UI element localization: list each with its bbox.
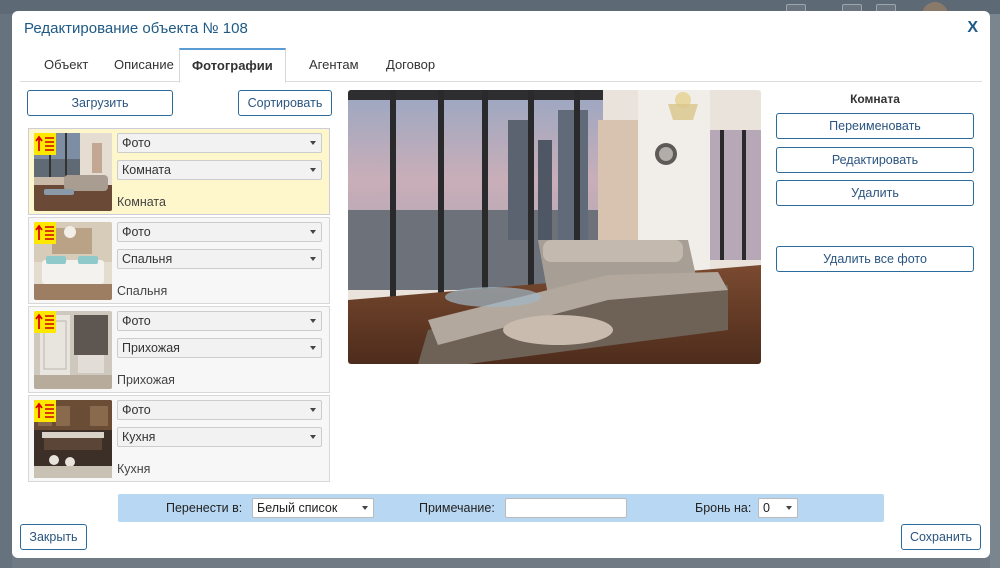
note-input[interactable] bbox=[505, 498, 627, 518]
photo-item[interactable]: Фото Комната Комната bbox=[28, 128, 330, 215]
photo-type-value: Фото bbox=[122, 225, 151, 239]
edit-object-dialog: Редактирование объекта № 108 X Объект Оп… bbox=[12, 11, 990, 558]
photo-caption: Комната bbox=[117, 195, 166, 209]
reserve-label: Бронь на: bbox=[695, 501, 752, 515]
room-select[interactable]: Кухня bbox=[117, 427, 322, 447]
chevron-down-icon bbox=[310, 319, 316, 323]
move-to-value: Белый список bbox=[257, 501, 338, 515]
background-right-panel bbox=[990, 14, 1000, 568]
chevron-down-icon bbox=[310, 141, 316, 145]
note-label: Примечание: bbox=[419, 501, 495, 515]
chevron-down-icon bbox=[310, 435, 316, 439]
sort-button[interactable]: Сортировать bbox=[238, 90, 332, 116]
tab-description[interactable]: Описание bbox=[102, 48, 186, 82]
close-icon[interactable]: X bbox=[967, 19, 978, 37]
edit-button[interactable]: Редактировать bbox=[776, 147, 974, 173]
photo-type-select[interactable]: Фото bbox=[117, 311, 322, 331]
reserve-select[interactable]: 0 bbox=[758, 498, 798, 518]
photo-item[interactable]: Фото Кухня Кухня bbox=[28, 395, 330, 482]
photo-type-select[interactable]: Фото bbox=[117, 400, 322, 420]
tab-agents[interactable]: Агентам bbox=[297, 48, 371, 82]
photo-caption: Кухня bbox=[117, 462, 151, 476]
chevron-down-icon bbox=[362, 506, 368, 510]
hallway-thumbnail[interactable] bbox=[34, 311, 112, 389]
room-select[interactable]: Спальня bbox=[117, 249, 322, 269]
living-room-thumbnail[interactable] bbox=[34, 133, 112, 211]
tab-bar: Объект Описание Фотографии Агентам Догов… bbox=[20, 48, 982, 83]
bedroom-thumbnail[interactable] bbox=[34, 222, 112, 300]
photo-item[interactable]: Фото Спальня Спальня bbox=[28, 217, 330, 304]
sort-order-icon[interactable] bbox=[34, 133, 56, 155]
bottom-options-bar: Перенести в: Белый список Примечание: Бр… bbox=[118, 494, 884, 522]
sort-order-icon[interactable] bbox=[34, 400, 56, 422]
chevron-down-icon bbox=[310, 230, 316, 234]
chevron-down-icon bbox=[310, 346, 316, 350]
tab-object[interactable]: Объект bbox=[32, 48, 100, 82]
photo-type-select[interactable]: Фото bbox=[117, 133, 322, 153]
chevron-down-icon bbox=[786, 506, 792, 510]
dialog-title: Редактирование объекта № 108 bbox=[24, 20, 248, 37]
room-value: Комната bbox=[122, 163, 171, 177]
delete-button[interactable]: Удалить bbox=[776, 180, 974, 206]
move-to-select[interactable]: Белый список bbox=[252, 498, 374, 518]
tab-contract[interactable]: Договор bbox=[374, 48, 447, 82]
photo-list: Фото Комната Комната Фото Спальня Спальн… bbox=[28, 124, 332, 482]
close-button[interactable]: Закрыть bbox=[20, 524, 87, 550]
room-value: Спальня bbox=[122, 252, 173, 266]
chevron-down-icon bbox=[310, 257, 316, 261]
chevron-down-icon bbox=[310, 408, 316, 412]
tab-photos[interactable]: Фотографии bbox=[179, 48, 286, 83]
photo-type-select[interactable]: Фото bbox=[117, 222, 322, 242]
room-value: Кухня bbox=[122, 430, 156, 444]
delete-all-photos-button[interactable]: Удалить все фото bbox=[776, 246, 974, 272]
move-to-label: Перенести в: bbox=[166, 501, 243, 515]
save-button[interactable]: Сохранить bbox=[901, 524, 981, 550]
room-select[interactable]: Комната bbox=[117, 160, 322, 180]
photo-item[interactable]: Фото Прихожая Прихожая bbox=[28, 306, 330, 393]
selected-photo-title: Комната bbox=[850, 92, 900, 106]
rename-button[interactable]: Переименовать bbox=[776, 113, 974, 139]
living-room-photo bbox=[348, 90, 761, 364]
upload-button[interactable]: Загрузить bbox=[27, 90, 173, 116]
room-value: Прихожая bbox=[122, 341, 180, 355]
reserve-value: 0 bbox=[763, 501, 770, 515]
photo-caption: Прихожая bbox=[117, 373, 175, 387]
sort-order-icon[interactable] bbox=[34, 311, 56, 333]
room-select[interactable]: Прихожая bbox=[117, 338, 322, 358]
sort-order-icon[interactable] bbox=[34, 222, 56, 244]
photo-type-value: Фото bbox=[122, 136, 151, 150]
chevron-down-icon bbox=[310, 168, 316, 172]
photo-type-value: Фото bbox=[122, 314, 151, 328]
kitchen-thumbnail[interactable] bbox=[34, 400, 112, 478]
photo-caption: Спальня bbox=[117, 284, 168, 298]
background-sidebar bbox=[0, 14, 12, 568]
photo-type-value: Фото bbox=[122, 403, 151, 417]
